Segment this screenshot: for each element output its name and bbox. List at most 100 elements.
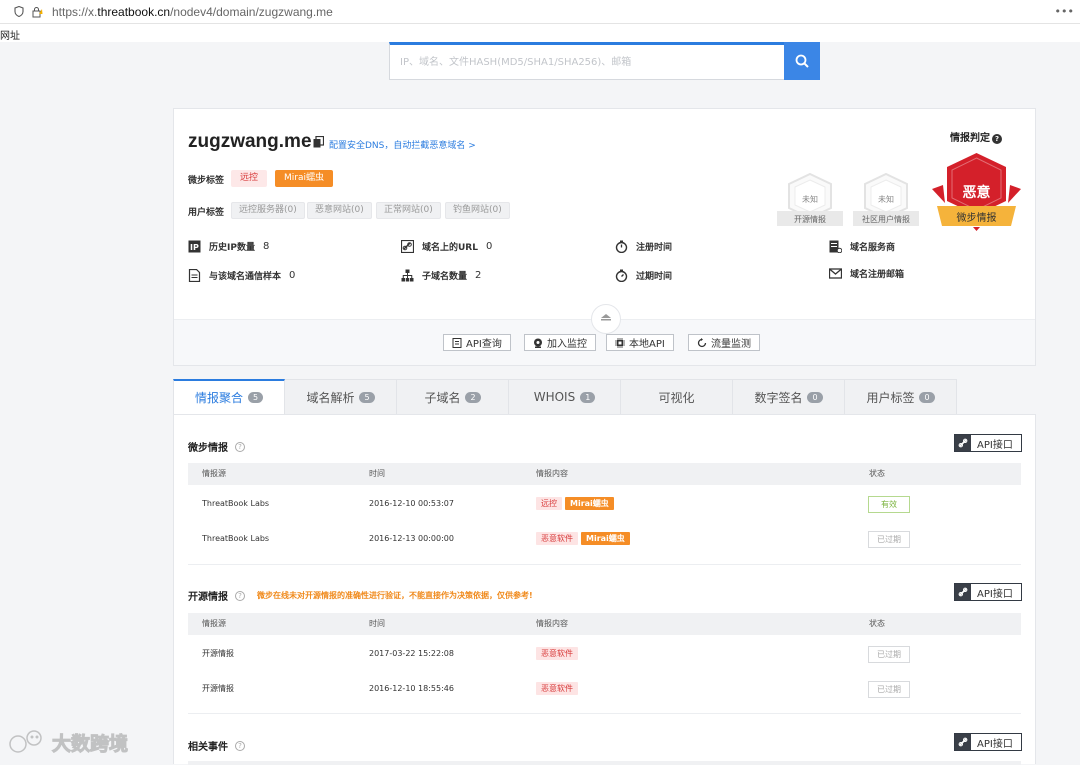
- table-row: ThreatBook Labs 2016-12-13 00:00:00 恶意软件…: [188, 522, 1021, 556]
- link-icon: [958, 737, 968, 747]
- micro-tag[interactable]: 远控: [231, 170, 268, 187]
- comm-samples-stat[interactable]: 与该域名通信样本 0: [188, 269, 295, 282]
- open-source-verdict-state: 未知: [802, 194, 818, 204]
- stopwatch-icon: [615, 269, 628, 282]
- threatbook-verdict-label: 微步情报: [957, 211, 997, 224]
- open-intel-title: 开源情报?: [188, 588, 245, 603]
- ip-icon: IP: [188, 240, 201, 253]
- user-tag[interactable]: 恶意网站(0): [307, 202, 372, 219]
- user-tag[interactable]: 正常网站(0): [376, 202, 441, 219]
- intel-tag[interactable]: 远控: [536, 497, 562, 510]
- tab-subdomains[interactable]: 子域名 2: [397, 379, 509, 415]
- tab-count-badge: 2: [465, 391, 481, 403]
- link-icon: [401, 240, 414, 253]
- help-icon[interactable]: ?: [992, 134, 1002, 144]
- status-badge: 有效: [868, 496, 910, 513]
- open-table-header: 情报源 时间 情报内容 状态: [188, 613, 1021, 635]
- threatbook-verdict-state: 恶意: [963, 184, 991, 201]
- intel-tag[interactable]: Mirai蠕虫: [581, 532, 630, 545]
- help-icon[interactable]: ?: [235, 441, 245, 452]
- micro-table-header: 情报源 时间 情报内容 状态: [188, 463, 1021, 485]
- reg-time-stat: 注册时间: [615, 240, 672, 253]
- tab-count-badge: 1: [580, 391, 596, 403]
- history-ip-stat[interactable]: IP 历史IP数量 8: [188, 240, 269, 253]
- table-row: 开源情报 2016-12-10 18:55:46 恶意软件 已过期: [188, 672, 1021, 706]
- table-row: ThreatBook Labs 2016-12-10 00:53:07 远控 Mi…: [188, 487, 1021, 521]
- svg-text:IP: IP: [190, 243, 199, 252]
- search-icon: [795, 54, 809, 68]
- intel-tag[interactable]: 恶意软件: [536, 647, 578, 660]
- tab-visualization[interactable]: 可视化: [621, 379, 733, 415]
- traffic-monitor-button[interactable]: 流量监测: [688, 334, 760, 351]
- shield-icon: [12, 5, 26, 19]
- verdict-title: 情报判定?: [950, 129, 1002, 144]
- table-row: 开源情报 2017-03-22 15:22:08 恶意软件 已过期: [188, 637, 1021, 671]
- registrar-stat: 域名服务商: [829, 240, 895, 253]
- refresh-icon: [697, 337, 707, 347]
- add-monitor-button[interactable]: 加入监控: [524, 334, 596, 351]
- events-table-header: [188, 761, 1021, 765]
- intel-tag[interactable]: 恶意软件: [536, 682, 578, 695]
- search-button[interactable]: [784, 42, 820, 80]
- browser-address-bar[interactable]: https://x.threatbook.cn/nodev4/domain/zu…: [0, 0, 1080, 24]
- status-badge: 已过期: [868, 646, 910, 663]
- link-icon: [958, 438, 968, 448]
- status-badge: 已过期: [868, 681, 910, 698]
- micro-api-button[interactable]: API接口: [954, 434, 1022, 452]
- user-tag[interactable]: 远控服务器(0): [231, 202, 305, 219]
- tab-dns-resolution[interactable]: 域名解析 5: [285, 379, 397, 415]
- reg-email-stat: 域名注册邮箱: [829, 267, 904, 280]
- status-badge: 已过期: [868, 531, 910, 548]
- user-tags-label: 用户标签: [188, 208, 225, 218]
- domain-url-stat[interactable]: 域名上的URL 0: [401, 240, 492, 253]
- tab-whois[interactable]: WHOIS 1: [509, 379, 621, 415]
- help-icon[interactable]: ?: [235, 740, 245, 751]
- user-tag[interactable]: 钓鱼网站(0): [445, 202, 510, 219]
- search-input[interactable]: [390, 45, 784, 80]
- more-icon[interactable]: •••: [1055, 5, 1074, 18]
- related-events-title: 相关事件?: [188, 738, 245, 753]
- document-icon: [188, 269, 201, 282]
- divider: [188, 713, 1021, 714]
- open-api-button[interactable]: API接口: [954, 583, 1022, 601]
- intel-tag[interactable]: Mirai蠕虫: [565, 497, 614, 510]
- community-verdict-state: 未知: [878, 194, 894, 204]
- copy-icon[interactable]: [313, 136, 324, 148]
- events-api-button[interactable]: API接口: [954, 733, 1022, 751]
- tab-intel-aggregation[interactable]: 情报聚合 5: [173, 379, 285, 415]
- subdomain-count-stat[interactable]: 子域名数量 2: [401, 269, 481, 282]
- micro-tags-label: 微步标签: [188, 176, 225, 186]
- tab-bar: 情报聚合 5 域名解析 5 子域名 2 WHOIS 1 可视化 数字签名 0 用户标签 0: [173, 379, 957, 415]
- domain-summary-card: zugzwang.me 配置安全DNS，自动拦截恶意域名 > 微步标签 远控 M…: [173, 108, 1036, 366]
- dns-config-link[interactable]: 配置安全DNS，自动拦截恶意域名 >: [329, 138, 476, 151]
- stopwatch-icon: [615, 240, 628, 253]
- community-verdict-badge[interactable]: 未知 社区用户情报: [851, 171, 921, 231]
- help-icon[interactable]: ?: [235, 590, 245, 601]
- bookmark-item[interactable]: 网址: [0, 27, 20, 42]
- open-source-verdict-label: 开源情报: [794, 214, 826, 224]
- micro-intel-title: 微步情报?: [188, 439, 245, 454]
- chevron-up-icon: [601, 314, 611, 321]
- mail-icon: [829, 268, 842, 279]
- domain-name: zugzwang.me: [188, 131, 312, 152]
- intel-tag[interactable]: 恶意软件: [536, 532, 578, 545]
- collapse-button[interactable]: [591, 304, 621, 334]
- local-api-button[interactable]: 本地API: [606, 334, 674, 351]
- divider: [188, 564, 1021, 565]
- tab-user-tags[interactable]: 用户标签 0: [845, 379, 957, 415]
- server-icon: [829, 240, 842, 253]
- threatbook-verdict-badge[interactable]: 恶意 微步情报: [929, 151, 1024, 233]
- tab-count-badge: 5: [359, 391, 375, 403]
- tab-count-badge: 5: [247, 392, 264, 403]
- link-icon: [958, 587, 968, 597]
- micro-tag[interactable]: Mirai蠕虫: [275, 170, 333, 187]
- tab-count-badge: 0: [919, 391, 935, 403]
- community-verdict-label: 社区用户情报: [862, 214, 910, 224]
- watermark-logo-icon: [9, 730, 42, 753]
- open-intel-warning: 微步在线未对开源情报的准确性进行验证，不能直接作为决策依据，仅供参考!: [257, 591, 533, 600]
- camera-icon: [534, 338, 542, 348]
- open-source-verdict-badge[interactable]: 未知 开源情报: [775, 171, 845, 231]
- api-query-button[interactable]: API查询: [443, 334, 511, 351]
- search-box: [389, 42, 820, 80]
- tab-digital-signature[interactable]: 数字签名 0: [733, 379, 845, 415]
